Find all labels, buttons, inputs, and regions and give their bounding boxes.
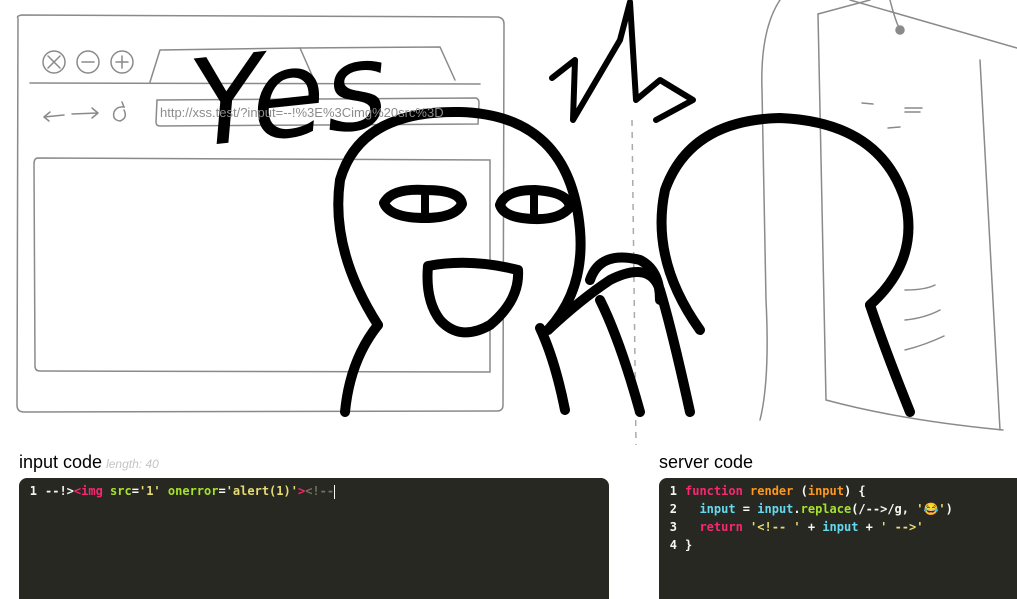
line-number: 4 — [669, 538, 677, 552]
code-token: input — [822, 520, 859, 534]
reload-icon — [112, 101, 127, 122]
code-token: + — [858, 520, 881, 534]
code-token: = — [218, 484, 226, 498]
input-code-title: input code — [19, 452, 103, 472]
code-token: '<!-- ' — [750, 520, 801, 534]
code-content: return '<!-- ' + input + ' -->' — [685, 518, 923, 536]
code-token: return — [699, 520, 743, 534]
code-token: . — [793, 502, 801, 516]
code-token: + — [800, 520, 823, 534]
code-line: 3 return '<!-- ' + input + ' -->' — [659, 518, 1017, 536]
code-token: ) { — [843, 484, 866, 498]
code-line: 1 --!><img src='1' onerror='alert(1)'><!-… — [19, 482, 609, 500]
server-code-title: server code — [659, 452, 754, 472]
line-number: 2 — [669, 502, 677, 516]
code-line: 2 input = input.replace(/-->/g, '😂') — [659, 500, 1017, 518]
code-token: '1' — [138, 484, 161, 498]
code-token: '😂' — [916, 502, 946, 516]
code-token: (/-->/g, — [851, 502, 917, 516]
line-number: 1 — [669, 484, 677, 498]
code-token: = — [131, 484, 139, 498]
address-bar-url: http://xss.test/?input=--!%3E%3Cimg%20sr… — [160, 105, 444, 120]
code-line: 1 function render (input) { — [659, 482, 1017, 500]
code-token: input — [757, 502, 794, 516]
code-token: src — [110, 484, 132, 498]
code-token: input — [807, 484, 844, 498]
input-length-label: length: 40 — [106, 457, 159, 471]
back-arrow-icon — [43, 111, 65, 122]
code-content: --!><img src='1' onerror='alert(1)'><!-- — [45, 482, 336, 500]
input-code-editor[interactable]: 1 --!><img src='1' onerror='alert(1)'><!-… — [19, 478, 609, 599]
code-token: <img — [73, 484, 103, 498]
code-token: ( — [793, 484, 808, 498]
crown-sketch — [549, 0, 696, 123]
code-token: render — [750, 484, 794, 498]
code-token: } — [685, 538, 693, 552]
code-token: replace — [800, 502, 852, 516]
line-number: 1 — [29, 484, 37, 498]
forward-arrow-icon — [71, 107, 99, 119]
code-content: function render (input) { — [685, 482, 866, 500]
window-close-icon — [42, 50, 66, 74]
code-content: } — [685, 536, 692, 554]
code-token: onerror — [167, 484, 219, 498]
server-code-editor: 1 function render (input) {2 input = inpu… — [659, 478, 1017, 599]
code-token: function — [685, 484, 743, 498]
code-token: ' -->' — [880, 520, 924, 534]
code-line: 4} — [659, 536, 1017, 554]
code-token: = — [735, 502, 758, 516]
sketch-illustration: Yes — [16, 0, 1017, 445]
code-token: --!> — [45, 484, 74, 498]
server-code-header: server code — [659, 452, 753, 473]
code-token: ) — [945, 502, 953, 516]
text-cursor — [334, 484, 336, 499]
window-minimize-icon — [76, 50, 100, 74]
yes-handwritten-text: Yes — [184, 16, 394, 175]
window-maximize-icon — [110, 50, 134, 74]
input-code-header: input code length: 40 — [19, 452, 159, 473]
code-token: input — [699, 502, 736, 516]
code-content: input = input.replace(/-->/g, '😂') — [685, 500, 953, 518]
code-token: 'alert(1)' — [225, 484, 298, 498]
code-token: <!-- — [305, 484, 335, 498]
line-number: 3 — [669, 520, 677, 534]
